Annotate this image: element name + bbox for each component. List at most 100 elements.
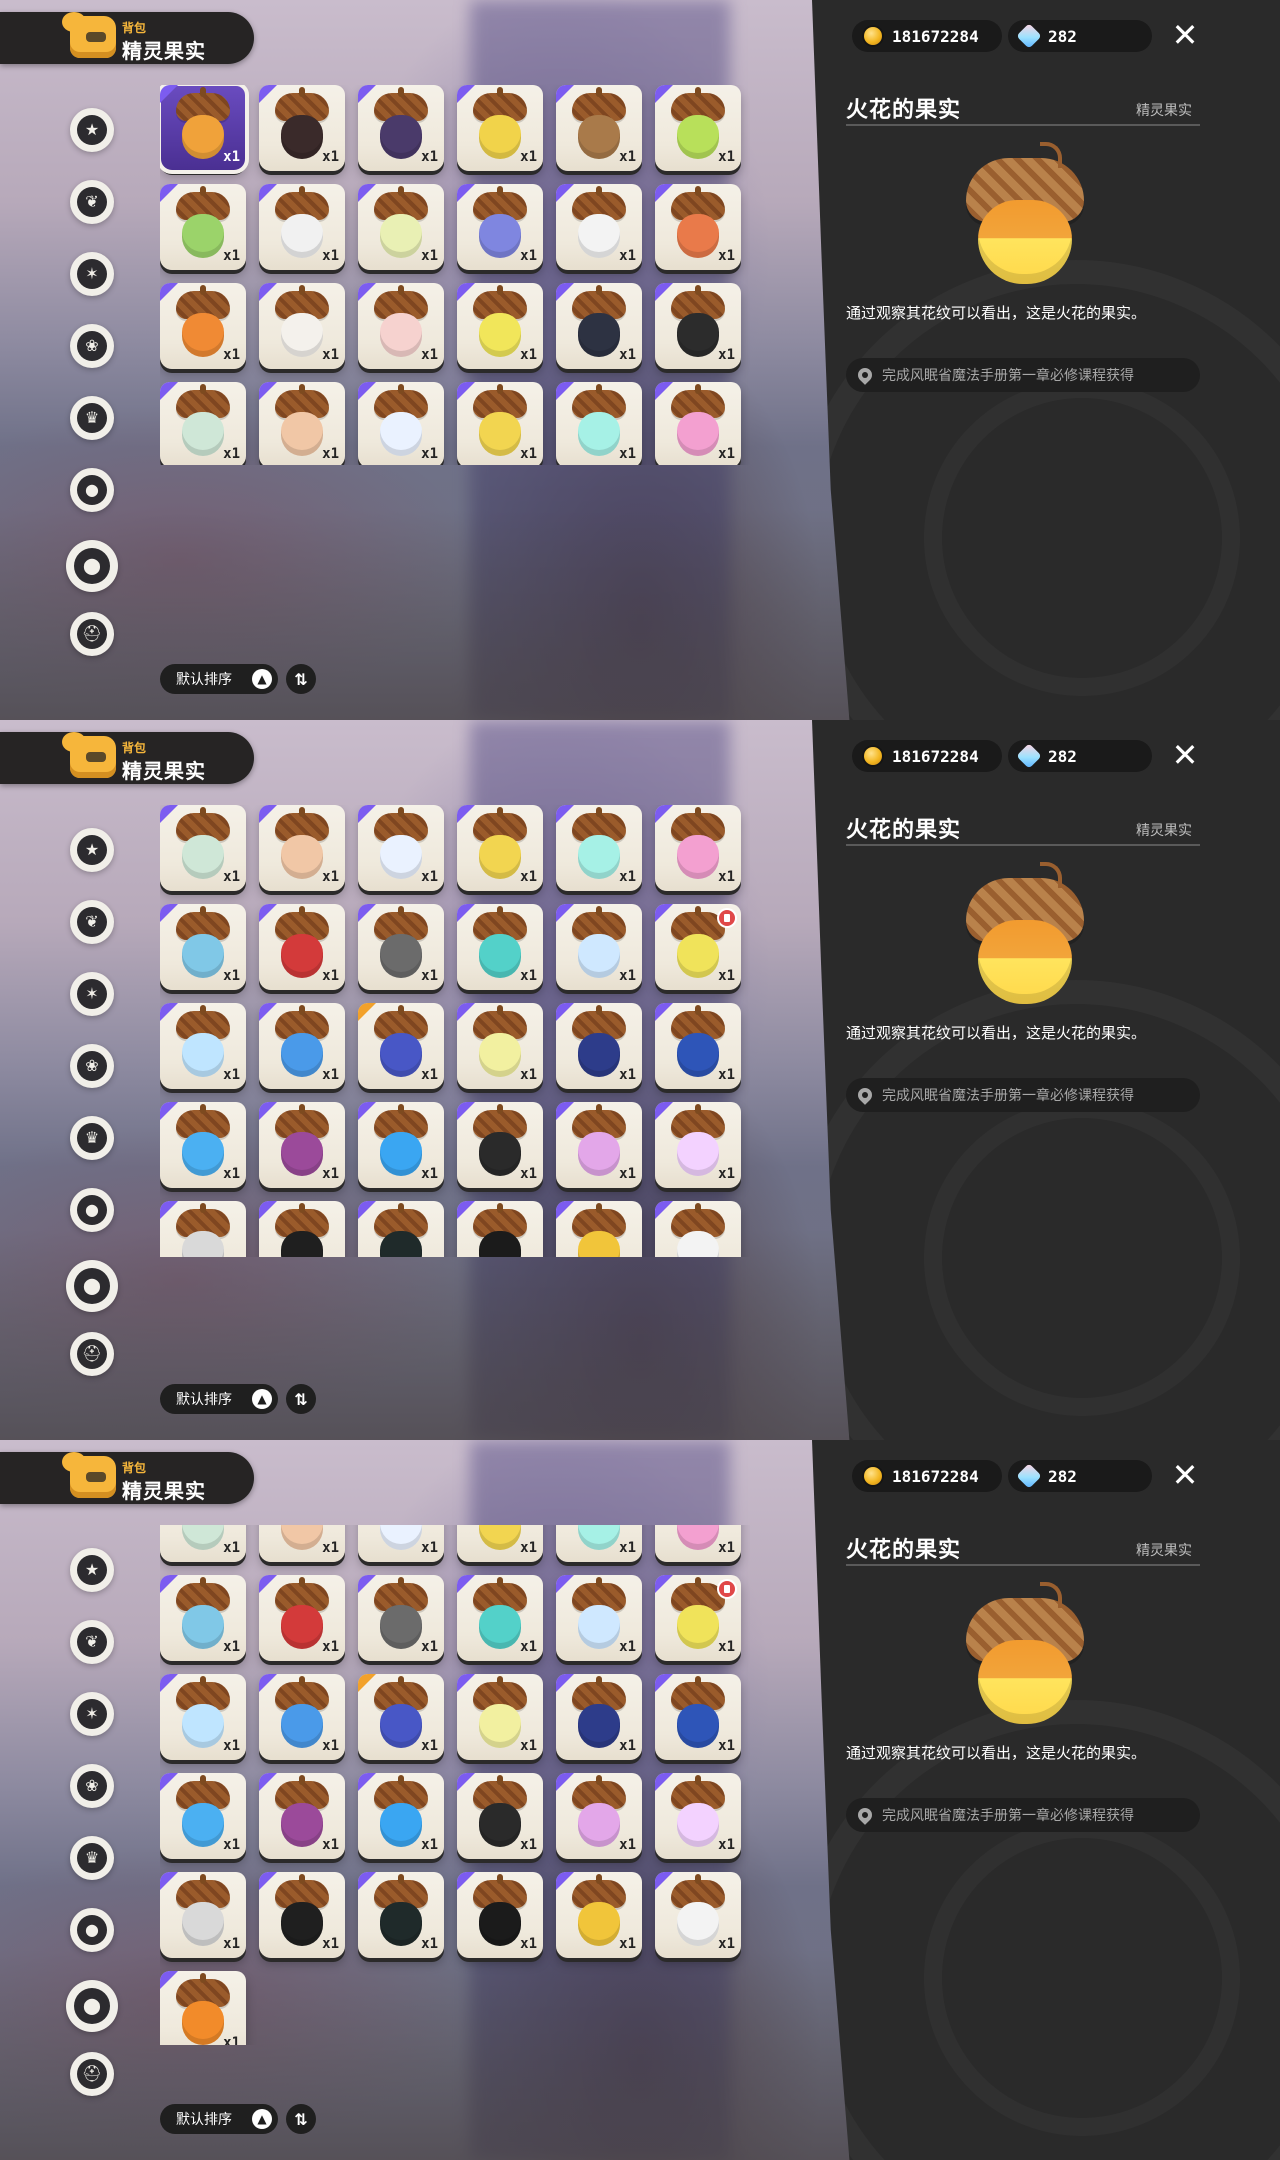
inventory-item[interactable]: x1 bbox=[457, 1201, 543, 1257]
category-tab[interactable]: ❦ bbox=[70, 1620, 114, 1664]
inventory-item[interactable]: x1 bbox=[358, 184, 444, 270]
inventory-item[interactable]: x1 bbox=[160, 1970, 246, 2045]
inventory-item[interactable]: x1 bbox=[655, 1201, 741, 1257]
items-grid-viewport[interactable]: x1 x1 x1 x1 x1 x1 x1 x1 x1 x1 x1 x1 x1 x1 x1 x1 x1 x1 x1 x1… bbox=[160, 1525, 750, 2045]
inventory-item[interactable]: x1 bbox=[556, 1871, 642, 1958]
sort-direction-toggle[interactable]: ⇅ bbox=[286, 2104, 316, 2134]
inventory-item[interactable]: x1 bbox=[457, 1871, 543, 1958]
category-tab[interactable]: ✶ bbox=[70, 252, 114, 296]
inventory-item[interactable]: x1 bbox=[655, 904, 741, 990]
inventory-item[interactable]: x1 bbox=[259, 1673, 345, 1760]
inventory-item[interactable]: x1 bbox=[556, 1525, 642, 1562]
inventory-item[interactable]: x1 bbox=[160, 1574, 246, 1661]
inventory-item[interactable]: x1 bbox=[358, 904, 444, 990]
inventory-item[interactable]: x1 bbox=[259, 184, 345, 270]
inventory-item[interactable]: x1 bbox=[556, 85, 642, 171]
category-tab[interactable]: ❀ bbox=[70, 324, 114, 368]
inventory-item[interactable]: x1 bbox=[655, 1871, 741, 1958]
inventory-item[interactable]: x1 bbox=[259, 1574, 345, 1661]
inventory-item[interactable]: x1 bbox=[655, 1772, 741, 1859]
category-tab[interactable]: ● bbox=[70, 468, 114, 512]
inventory-item[interactable]: x1 bbox=[556, 1003, 642, 1089]
inventory-item[interactable]: x1 bbox=[160, 184, 246, 270]
category-tab[interactable]: ⬤ bbox=[66, 540, 118, 592]
inventory-item[interactable]: x1 bbox=[358, 805, 444, 891]
inventory-item[interactable]: x1 bbox=[358, 1673, 444, 1760]
inventory-item[interactable]: x1 bbox=[655, 805, 741, 891]
inventory-item[interactable]: x1 bbox=[358, 1003, 444, 1089]
inventory-item[interactable]: x1 bbox=[259, 904, 345, 990]
inventory-item[interactable]: x1 bbox=[259, 283, 345, 369]
inventory-item[interactable]: x1 bbox=[259, 1871, 345, 1958]
inventory-item[interactable]: x1 bbox=[259, 1772, 345, 1859]
category-tab[interactable]: ★ bbox=[70, 108, 114, 152]
inventory-item[interactable]: x1 bbox=[259, 1102, 345, 1188]
inventory-item[interactable]: x1 bbox=[556, 805, 642, 891]
category-tab[interactable]: ★ bbox=[70, 828, 114, 872]
category-tab[interactable]: ★ bbox=[70, 1548, 114, 1592]
category-tab[interactable]: ⛑ bbox=[70, 2052, 114, 2096]
category-tab[interactable]: ❦ bbox=[70, 900, 114, 944]
close-button[interactable]: ✕ bbox=[1168, 736, 1202, 774]
inventory-item[interactable]: x1 bbox=[160, 904, 246, 990]
inventory-item[interactable]: x1 bbox=[160, 805, 246, 891]
category-tab[interactable]: ⬤ bbox=[66, 1260, 118, 1312]
inventory-item[interactable]: x1 bbox=[259, 85, 345, 171]
sort-direction-toggle[interactable]: ⇅ bbox=[286, 1384, 316, 1414]
inventory-item[interactable]: x1 bbox=[556, 1574, 642, 1661]
inventory-item[interactable]: x1 bbox=[655, 1003, 741, 1089]
inventory-item[interactable]: x1 bbox=[457, 1574, 543, 1661]
category-tab[interactable]: ♛ bbox=[70, 1836, 114, 1880]
sort-direction-toggle[interactable]: ⇅ bbox=[286, 664, 316, 694]
inventory-item[interactable]: x1 bbox=[259, 805, 345, 891]
category-tab[interactable]: ♛ bbox=[70, 396, 114, 440]
inventory-item[interactable]: x1 bbox=[457, 1003, 543, 1089]
inventory-item[interactable]: x1 bbox=[259, 382, 345, 465]
category-tab[interactable]: ⛑ bbox=[70, 612, 114, 656]
inventory-item[interactable]: x1 bbox=[160, 1102, 246, 1188]
inventory-item[interactable]: x1 bbox=[655, 283, 741, 369]
inventory-item[interactable]: x1 bbox=[457, 1673, 543, 1760]
inventory-item[interactable]: x1 bbox=[259, 1525, 345, 1562]
inventory-item[interactable]: x1 bbox=[160, 1871, 246, 1958]
inventory-item[interactable]: x1 bbox=[358, 1871, 444, 1958]
category-tab[interactable]: ⛑ bbox=[70, 1332, 114, 1376]
inventory-item[interactable]: x1 bbox=[358, 85, 444, 171]
inventory-item[interactable]: x1 bbox=[259, 1201, 345, 1257]
category-tab[interactable]: ● bbox=[70, 1188, 114, 1232]
inventory-item[interactable]: x1 bbox=[457, 1525, 543, 1562]
inventory-item[interactable]: x1 bbox=[259, 1003, 345, 1089]
inventory-item[interactable]: x1 bbox=[457, 382, 543, 465]
inventory-item[interactable]: x1 bbox=[160, 1673, 246, 1760]
inventory-item[interactable]: x1 bbox=[457, 1772, 543, 1859]
sort-dropdown[interactable]: 默认排序 ▲ bbox=[160, 2104, 278, 2134]
inventory-item[interactable]: x1 bbox=[556, 1772, 642, 1859]
inventory-item[interactable]: x1 bbox=[655, 1673, 741, 1760]
items-grid-viewport[interactable]: x1 x1 x1 x1 x1 x1 x1 x1 x1 x1 x1 x1 x1 x1 x1 x1 x1 x1 x1 x1… bbox=[160, 805, 750, 1257]
inventory-item[interactable]: x1 bbox=[556, 1673, 642, 1760]
inventory-item[interactable]: x1 bbox=[655, 1102, 741, 1188]
inventory-item[interactable]: x1 bbox=[457, 904, 543, 990]
inventory-item[interactable]: x1 bbox=[160, 1003, 246, 1089]
inventory-item[interactable]: x1 bbox=[160, 85, 249, 174]
inventory-item[interactable]: x1 bbox=[556, 283, 642, 369]
inventory-item[interactable]: x1 bbox=[457, 805, 543, 891]
inventory-item[interactable]: x1 bbox=[556, 184, 642, 270]
items-grid-viewport[interactable]: x1 x1 x1 x1 x1 x1 x1 x1 x1 x1 x1 x1 x1 x1 x1 x1 x1 x1 x1 x1… bbox=[160, 85, 750, 465]
inventory-item[interactable]: x1 bbox=[358, 1201, 444, 1257]
inventory-item[interactable]: x1 bbox=[358, 1772, 444, 1859]
category-tab[interactable]: ❦ bbox=[70, 180, 114, 224]
inventory-item[interactable]: x1 bbox=[160, 1201, 246, 1257]
category-tab[interactable]: ♛ bbox=[70, 1116, 114, 1160]
inventory-item[interactable]: x1 bbox=[358, 1525, 444, 1562]
inventory-item[interactable]: x1 bbox=[160, 1525, 246, 1562]
category-tab[interactable]: ⬤ bbox=[66, 1980, 118, 2032]
inventory-item[interactable]: x1 bbox=[457, 85, 543, 171]
close-button[interactable]: ✕ bbox=[1168, 16, 1202, 54]
inventory-item[interactable]: x1 bbox=[655, 1574, 741, 1661]
inventory-item[interactable]: x1 bbox=[457, 1102, 543, 1188]
sort-dropdown[interactable]: 默认排序 ▲ bbox=[160, 1384, 278, 1414]
inventory-item[interactable]: x1 bbox=[556, 1102, 642, 1188]
category-tab[interactable]: ✶ bbox=[70, 972, 114, 1016]
inventory-item[interactable]: x1 bbox=[655, 85, 741, 171]
